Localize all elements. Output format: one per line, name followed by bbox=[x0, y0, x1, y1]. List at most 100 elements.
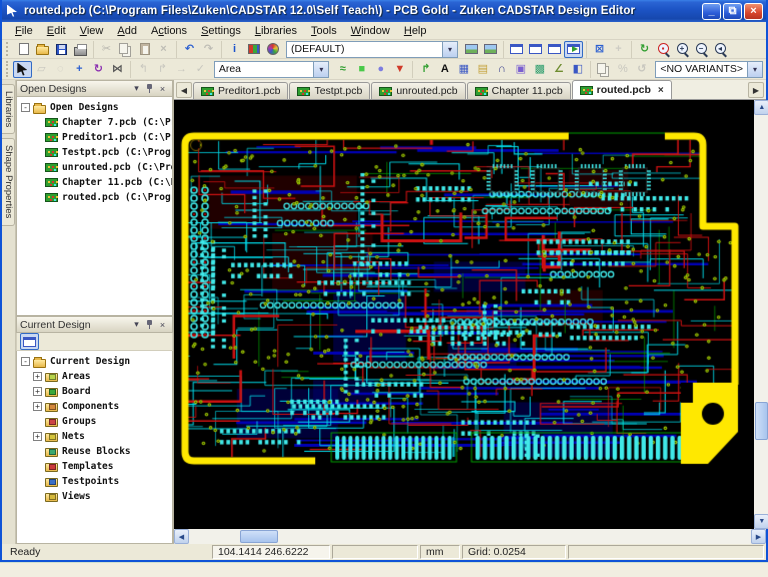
horizontal-scrollbar[interactable]: ◀ ▶ bbox=[174, 529, 766, 544]
add-sheet-button[interactable]: ▤ bbox=[473, 61, 492, 78]
menu-add[interactable]: Add bbox=[110, 23, 144, 39]
rotate-button[interactable]: ↻ bbox=[89, 61, 108, 78]
pcb-canvas[interactable] bbox=[174, 100, 755, 529]
reroute-button[interactable]: ↱ bbox=[153, 61, 172, 78]
tree-item-testpt.pcb[interactable]: Testpt.pcb (C:\Program bbox=[19, 145, 172, 160]
vertical-scroll-thumb[interactable] bbox=[755, 402, 768, 441]
vertical-scrollbar[interactable]: ▲ ▼ bbox=[754, 100, 768, 529]
redo-button[interactable]: ↷ bbox=[199, 41, 218, 58]
reload-design-button[interactable]: ↺ bbox=[632, 61, 651, 78]
update-shape-button[interactable]: ↱ bbox=[416, 61, 435, 78]
tree-item-groups[interactable]: Groups bbox=[19, 414, 172, 429]
print-button[interactable] bbox=[71, 41, 90, 58]
menu-help[interactable]: Help bbox=[397, 23, 434, 39]
add-dimension-button[interactable]: ▦ bbox=[454, 61, 473, 78]
pan-button[interactable]: + bbox=[609, 41, 628, 58]
tree-item-components[interactable]: + Components bbox=[19, 399, 172, 414]
restore-button[interactable]: ⧉ bbox=[723, 2, 742, 20]
chevron-down-icon[interactable]: ▾ bbox=[747, 61, 762, 77]
tab-testpt-pcb[interactable]: Testpt.pcb bbox=[289, 82, 371, 99]
tab-chapter-11-pcb[interactable]: Chapter 11.pcb bbox=[466, 82, 571, 99]
new-button[interactable] bbox=[14, 41, 33, 58]
current-design-header[interactable]: Current Design ▾ × bbox=[16, 316, 173, 333]
toolbar-grip[interactable] bbox=[6, 61, 10, 77]
next-segment-button[interactable]: → bbox=[172, 61, 191, 78]
open-button[interactable] bbox=[33, 41, 52, 58]
tab-scroll-right-button[interactable]: ▶ bbox=[748, 82, 764, 98]
add-rectangle-button[interactable]: ■ bbox=[352, 61, 371, 78]
menu-actions[interactable]: Actions bbox=[144, 23, 194, 39]
menu-libraries[interactable]: Libraries bbox=[248, 23, 304, 39]
cut-button[interactable]: ✂ bbox=[97, 41, 116, 58]
change-colors-button[interactable]: ◧ bbox=[568, 61, 587, 78]
panel-menu-icon[interactable]: ▾ bbox=[130, 82, 143, 95]
minimize-button[interactable]: _ bbox=[702, 2, 721, 20]
tree-item-views[interactable]: Views bbox=[19, 489, 172, 504]
side-tab-libraries[interactable]: Libraries bbox=[2, 84, 15, 135]
variants-combo[interactable]: <NO VARIANTS> ▾ bbox=[655, 60, 763, 78]
polygon-select-button[interactable]: ▱ bbox=[32, 61, 51, 78]
tree-item-testpoints[interactable]: Testpoints bbox=[19, 474, 172, 489]
colors-table-button[interactable] bbox=[244, 41, 263, 58]
panel-menu-icon[interactable]: ▾ bbox=[130, 318, 143, 331]
tab-unrouted-pcb[interactable]: unrouted.pcb bbox=[371, 82, 466, 99]
mirror-button[interactable]: ⋈ bbox=[108, 61, 127, 78]
measure-button[interactable]: ∠ bbox=[549, 61, 568, 78]
menu-settings[interactable]: Settings bbox=[194, 23, 248, 39]
scroll-up-icon[interactable]: ▲ bbox=[754, 100, 768, 115]
select-button[interactable] bbox=[12, 60, 32, 78]
view-area-button[interactable] bbox=[654, 41, 673, 58]
palette-button[interactable] bbox=[263, 41, 282, 58]
copy-button[interactable] bbox=[116, 41, 135, 58]
select-net-button[interactable]: ▣ bbox=[511, 61, 530, 78]
horizontal-scroll-thumb[interactable] bbox=[239, 530, 278, 543]
save-button[interactable] bbox=[52, 41, 71, 58]
style-combo[interactable]: (DEFAULT) ▾ bbox=[286, 40, 458, 58]
lasso-select-button[interactable]: ◌ bbox=[51, 61, 70, 78]
toolbar-grip[interactable] bbox=[6, 41, 11, 57]
menu-edit[interactable]: Edit bbox=[40, 23, 73, 39]
tree-item-routed.pcb[interactable]: routed.pcb (C:\Program bbox=[19, 190, 172, 205]
add-shape-button[interactable]: ▼ bbox=[390, 61, 409, 78]
item-info-button[interactable]: i bbox=[225, 41, 244, 58]
tree-item-reuse-blocks[interactable]: Reuse Blocks bbox=[19, 444, 172, 459]
panel-close-icon[interactable]: × bbox=[156, 318, 169, 331]
expand-icon[interactable]: - bbox=[21, 357, 30, 366]
insert-picture-button[interactable] bbox=[462, 41, 481, 58]
scroll-left-icon[interactable]: ◀ bbox=[174, 529, 189, 544]
zoom-out-button[interactable] bbox=[692, 41, 711, 58]
tab-scroll-left-button[interactable]: ◀ bbox=[176, 82, 192, 98]
picture-settings-button[interactable] bbox=[481, 41, 500, 58]
zoom-previous-button[interactable] bbox=[711, 41, 730, 58]
side-tab-shape-properties[interactable]: Shape Properties bbox=[2, 138, 15, 226]
paste-button[interactable] bbox=[135, 41, 154, 58]
chevron-down-icon[interactable]: ▾ bbox=[442, 41, 457, 57]
tab-routed-pcb[interactable]: routed.pcb × bbox=[571, 80, 672, 99]
finish-route-button[interactable]: ✓ bbox=[191, 61, 210, 78]
route-button[interactable]: ↰ bbox=[134, 61, 153, 78]
tree-root-current-design[interactable]: - Current Design bbox=[19, 354, 172, 369]
design-overview-button[interactable] bbox=[564, 40, 583, 58]
add-circle-button[interactable]: ● bbox=[371, 61, 390, 78]
close-button[interactable]: × bbox=[744, 2, 763, 20]
frame-previous-button[interactable] bbox=[526, 41, 545, 58]
open-designs-header[interactable]: Open Designs ▾ × bbox=[16, 80, 173, 97]
tree-item-unrouted.pcb[interactable]: unrouted.pcb (C:\Progr bbox=[19, 160, 172, 175]
tab-close-icon[interactable]: × bbox=[658, 85, 664, 96]
zoom-in-button[interactable] bbox=[673, 41, 692, 58]
panel-close-icon[interactable]: × bbox=[156, 82, 169, 95]
tree-item-nets[interactable]: + Nets bbox=[19, 429, 172, 444]
tree-item-board[interactable]: + Board bbox=[19, 384, 172, 399]
redraw-button[interactable]: ↻ bbox=[635, 41, 654, 58]
menu-file[interactable]: File bbox=[8, 23, 40, 39]
tree-item-chapter[interactable]: Chapter 11.pcb (C:\Prog bbox=[19, 175, 172, 190]
pin-icon[interactable] bbox=[143, 318, 156, 331]
smooth-shape-button[interactable]: ≈ bbox=[333, 61, 352, 78]
delete-button[interactable]: × bbox=[154, 41, 173, 58]
spacing-check-button[interactable]: % bbox=[613, 61, 632, 78]
expand-icon[interactable]: + bbox=[33, 387, 42, 396]
design-view-button[interactable] bbox=[20, 333, 39, 350]
paste-special-button[interactable] bbox=[594, 61, 613, 78]
design-frame-button[interactable] bbox=[507, 41, 526, 58]
menu-view[interactable]: View bbox=[73, 23, 111, 39]
